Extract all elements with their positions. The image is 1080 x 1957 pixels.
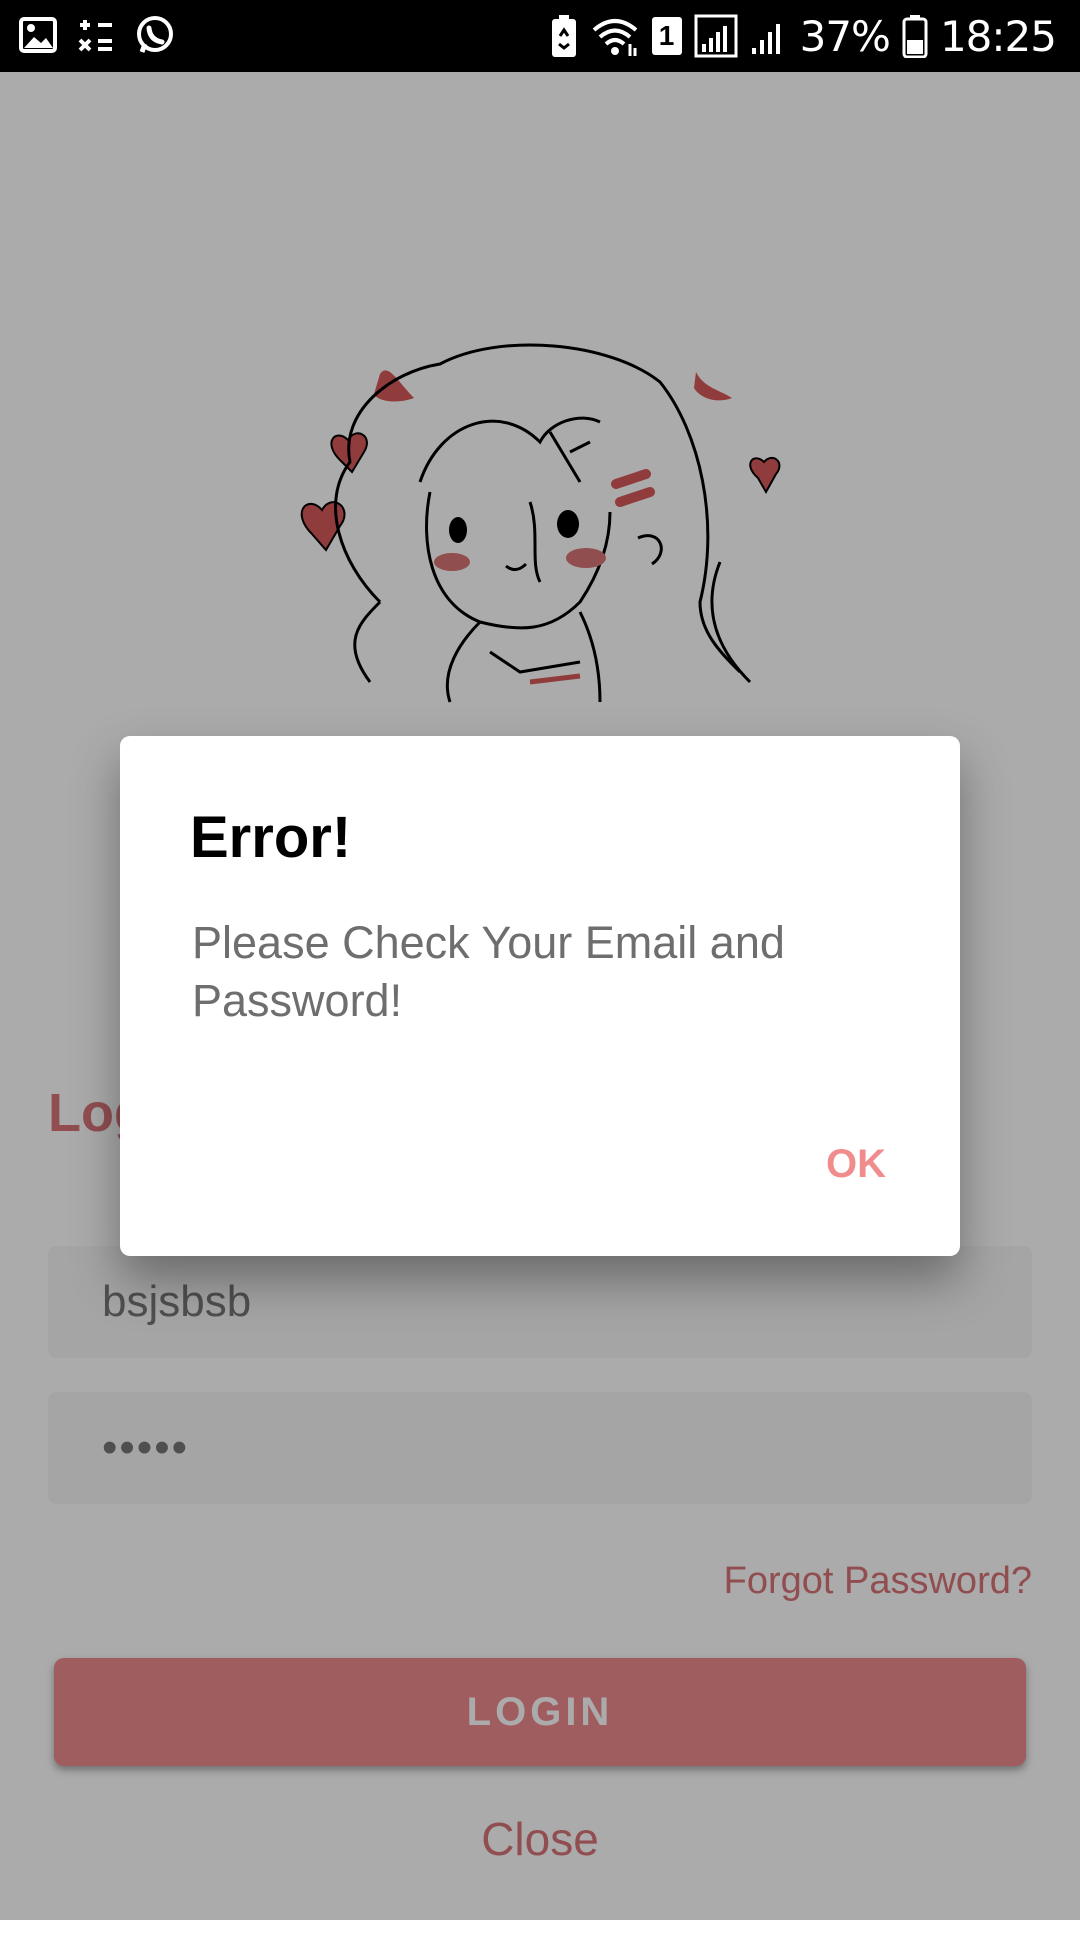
battery-icon [902, 15, 928, 58]
dialog-title: Error! [190, 805, 352, 870]
sim-badge: 1 [658, 20, 675, 51]
ok-button[interactable]: OK [826, 1142, 886, 1187]
battery-percent: 37% [799, 11, 891, 61]
sim-icon: 1 [651, 17, 682, 55]
recycle-battery-icon [551, 15, 576, 57]
calculator-icon [78, 20, 112, 52]
clock: 18:25 [939, 11, 1057, 61]
wifi-icon [592, 19, 637, 56]
dialog-message: Please Check Your Email and Password! [192, 917, 785, 1026]
error-dialog: Error! Please Check Your Email and Passw… [120, 736, 960, 1256]
status-bar: 1 37% 18:25 [0, 0, 1080, 72]
signal-icon [694, 14, 738, 58]
whatsapp-icon [137, 16, 173, 53]
signal-icon-2 [751, 24, 780, 54]
status-bar-right: 1 37% 18:25 [550, 8, 1057, 64]
image-icon [19, 17, 57, 53]
status-bar-left [18, 14, 176, 56]
